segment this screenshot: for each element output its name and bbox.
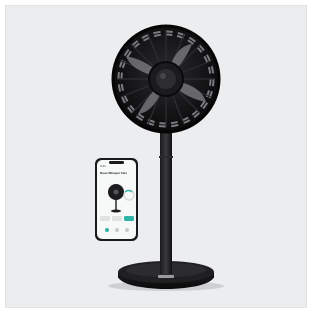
phone-home-icon [105, 228, 109, 232]
fan-head [111, 24, 221, 134]
base-control-strip [158, 275, 174, 278]
fan-product-photo: 9:41 Duux Whisper Flex [95, 24, 224, 291]
phone-time: 9:41 [100, 164, 106, 168]
phone-screen-title: Duux Whisper Flex [100, 171, 127, 175]
phone-mode-button-3 [124, 216, 134, 221]
product-photo-frame: 9:41 Duux Whisper Flex [5, 5, 307, 308]
phone-mode-button-2 [112, 216, 122, 221]
smartphone: 9:41 Duux Whisper Flex [95, 158, 138, 241]
fan-pole [160, 126, 172, 274]
phone-mode-button-1 [100, 216, 110, 221]
phone-notch [109, 161, 124, 164]
phone-timer-icon [115, 228, 119, 232]
phone-settings-icon [125, 228, 129, 232]
